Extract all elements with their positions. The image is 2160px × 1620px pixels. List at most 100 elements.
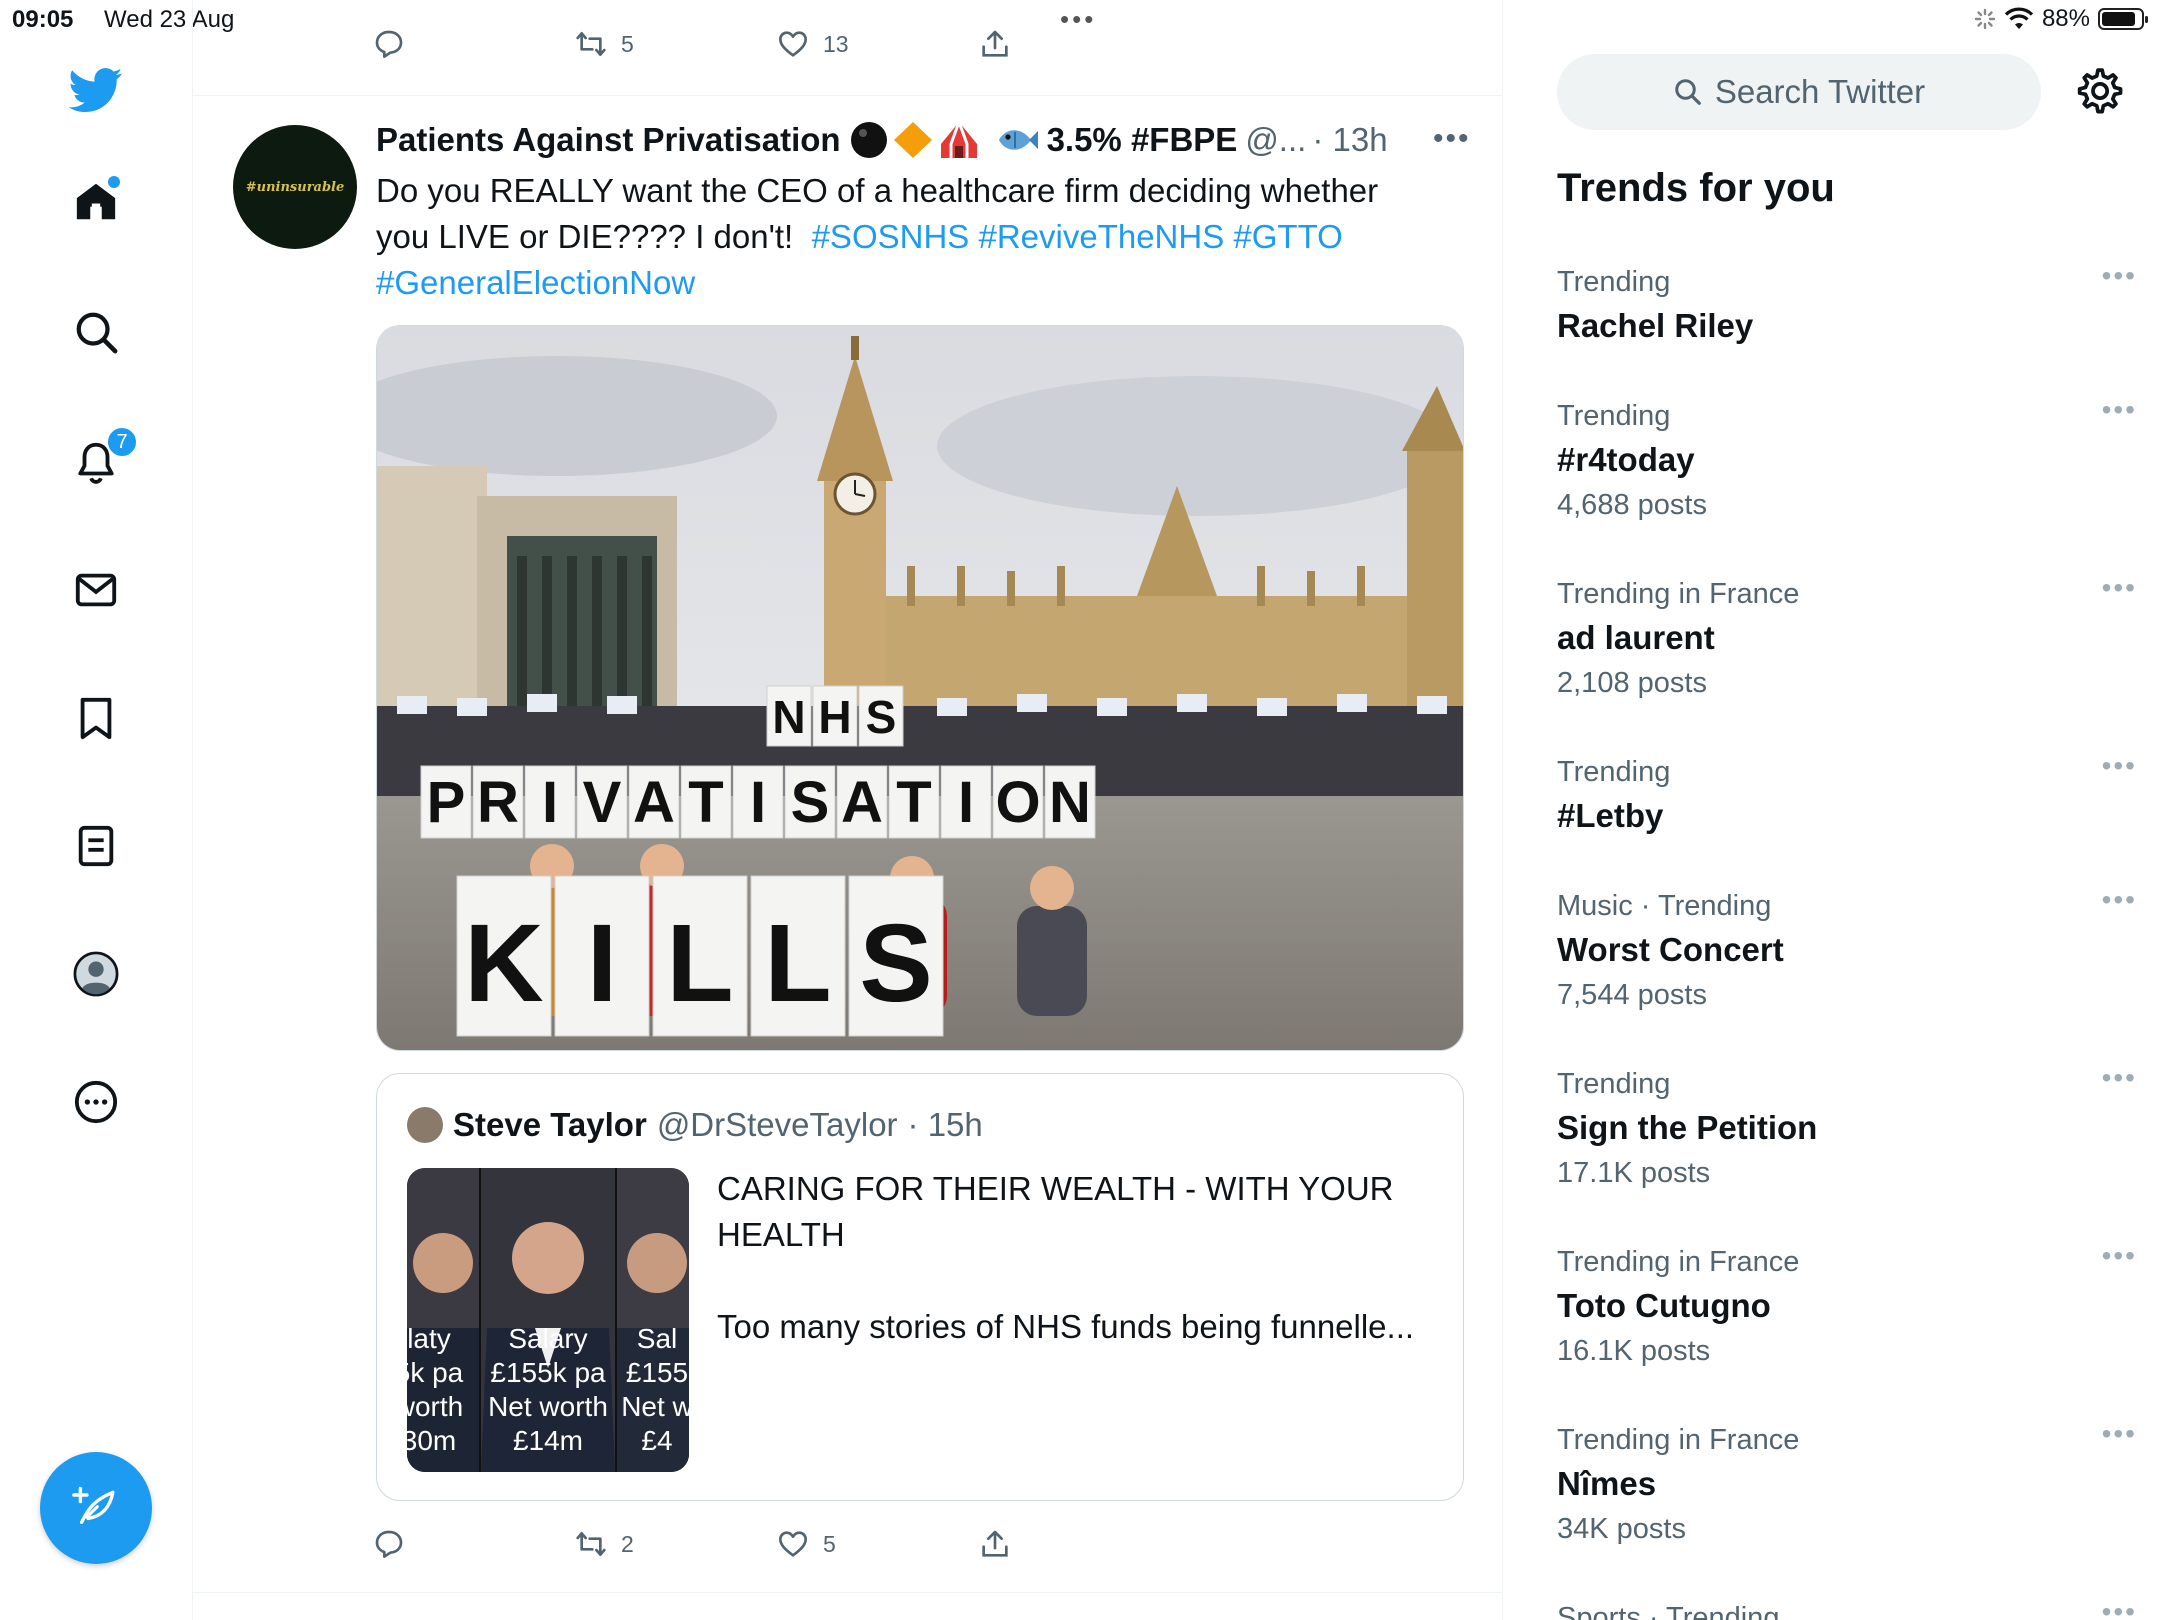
nav-lists[interactable] bbox=[50, 800, 142, 892]
trend-topic: Toto Cutugno bbox=[1557, 1287, 1771, 1324]
tweet-more-icon[interactable]: ••• bbox=[1433, 122, 1471, 156]
hashtag-link[interactable]: #GeneralElectionNow bbox=[376, 264, 695, 301]
nav-notifications[interactable]: 7 bbox=[50, 416, 142, 508]
quoted-author-name[interactable]: Steve Taylor bbox=[453, 1106, 647, 1144]
trend-item[interactable]: Trending in France Toto Cutugno 16.1K po… bbox=[1557, 1240, 2137, 1368]
trends-title: Trends for you bbox=[1557, 166, 1835, 210]
heart-icon bbox=[779, 31, 807, 57]
compose-tweet-button[interactable] bbox=[40, 1452, 152, 1564]
retweet-count: 5 bbox=[621, 30, 634, 57]
trend-more-icon[interactable]: ••• bbox=[2102, 750, 2137, 782]
tweet-header: Patients Against Privatisation 3.5% #FBP… bbox=[376, 120, 1476, 160]
tweet-actions: 2 5 bbox=[373, 1528, 1181, 1560]
trend-more-icon[interactable]: ••• bbox=[2102, 884, 2137, 916]
share-icon bbox=[982, 1530, 1008, 1557]
black-circle-emoji-icon bbox=[850, 122, 887, 158]
nav-explore[interactable] bbox=[50, 286, 142, 378]
trend-item[interactable]: Trending Rachel Riley ••• bbox=[1557, 260, 2137, 345]
share-button[interactable] bbox=[979, 28, 1181, 60]
hashtag-link[interactable]: #SOSNHS bbox=[812, 218, 970, 255]
trend-item[interactable]: Music · Trending Worst Concert 7,544 pos… bbox=[1557, 884, 2137, 1012]
trend-item[interactable]: Sports · Trending ••• bbox=[1557, 1596, 2137, 1620]
quoted-image[interactable]: laty 5k pa worth 30m Salary £155k pa Net… bbox=[407, 1168, 689, 1472]
trend-context: Trending bbox=[1557, 756, 1671, 788]
bookmark-icon bbox=[80, 697, 112, 740]
retweet-count: 2 bbox=[621, 1530, 634, 1557]
panel-text: Sal bbox=[637, 1323, 677, 1354]
nav-home[interactable] bbox=[50, 156, 142, 248]
settings-gear-icon[interactable] bbox=[2073, 66, 2123, 116]
more-icon bbox=[74, 1080, 118, 1124]
quoted-time[interactable]: · 15h bbox=[908, 1106, 983, 1144]
panel-text: £155k pa bbox=[490, 1357, 606, 1388]
trend-more-icon[interactable]: ••• bbox=[2102, 1418, 2137, 1450]
quoted-avatar[interactable] bbox=[407, 1107, 443, 1143]
quoted-tweet[interactable]: Steve Taylor @DrSteveTaylor · 15h laty k… bbox=[376, 1073, 1464, 1501]
trend-topic: Sign the Petition bbox=[1557, 1109, 1818, 1146]
trend-topic: Nîmes bbox=[1557, 1465, 1657, 1502]
tweet-handle[interactable]: @... bbox=[1245, 121, 1306, 159]
nav-more[interactable] bbox=[50, 1056, 142, 1148]
twitter-logo-icon[interactable] bbox=[50, 44, 142, 136]
panel-text: Salary bbox=[508, 1323, 587, 1354]
trend-count: 4,688 posts bbox=[1557, 489, 1707, 521]
hashtag-link[interactable]: #GTTO bbox=[1233, 218, 1342, 255]
protest-sign-letter: S bbox=[866, 691, 897, 743]
protest-photo: N H SP R I V A T I S A T I O NK I L L S bbox=[377, 326, 1463, 1050]
nav-messages[interactable] bbox=[50, 544, 142, 636]
quoted-handle[interactable]: @DrSteveTaylor bbox=[657, 1106, 898, 1144]
lists-icon bbox=[78, 825, 114, 867]
retweet-button[interactable]: 2 bbox=[575, 1528, 777, 1560]
trend-context: Music · Trending bbox=[1557, 890, 1772, 922]
heart-icon bbox=[779, 1531, 807, 1557]
reply-button[interactable] bbox=[373, 1528, 575, 1560]
retweet-button[interactable]: 5 bbox=[575, 28, 777, 60]
trend-item[interactable]: Trending #r4today 4,688 posts ••• bbox=[1557, 394, 2137, 522]
like-count: 5 bbox=[823, 1530, 836, 1557]
reply-icon bbox=[375, 1530, 403, 1558]
search-box[interactable]: Search Twitter bbox=[1557, 54, 2041, 130]
name-emojis bbox=[849, 120, 1039, 160]
nav-bookmarks[interactable] bbox=[50, 672, 142, 764]
protest-sign-letter: T bbox=[896, 770, 931, 835]
trend-context: Trending in France bbox=[1557, 1424, 1800, 1456]
trend-item[interactable]: Trending #Letby ••• bbox=[1557, 750, 2137, 835]
trend-context: Trending bbox=[1557, 400, 1671, 432]
trend-item[interactable]: Trending Sign the Petition 17.1K posts •… bbox=[1557, 1062, 2137, 1190]
quoted-tweet-text: CARING FOR THEIR WEALTH - WITH YOUR HEAL… bbox=[717, 1166, 1437, 1396]
trend-more-icon[interactable]: ••• bbox=[2102, 1062, 2137, 1094]
trend-context: Trending bbox=[1557, 1068, 1671, 1100]
trend-count: 34K posts bbox=[1557, 1513, 1686, 1545]
trend-more-icon[interactable]: ••• bbox=[2102, 1596, 2137, 1620]
tweet-photo[interactable]: NHSPRIVATISATIONKILLS bbox=[376, 325, 1464, 1051]
trend-more-icon[interactable]: ••• bbox=[2102, 572, 2137, 604]
nav-profile[interactable] bbox=[50, 928, 142, 1020]
left-nav: 7 bbox=[0, 0, 193, 1620]
hashtag-link[interactable]: #ReviveTheNHS bbox=[978, 218, 1224, 255]
like-button[interactable]: 5 bbox=[777, 1528, 979, 1560]
tweet-time[interactable]: · 13h bbox=[1312, 121, 1387, 159]
trend-context: Trending bbox=[1557, 266, 1671, 298]
trend-more-icon[interactable]: ••• bbox=[2102, 1240, 2137, 1272]
trend-count: 7,544 posts bbox=[1557, 979, 1707, 1011]
trend-item[interactable]: Trending in France Nîmes 34K posts ••• bbox=[1557, 1418, 2137, 1546]
quoted-line-1: CARING FOR THEIR WEALTH - WITH YOUR HEAL… bbox=[717, 1170, 1394, 1253]
trend-count: 16.1K posts bbox=[1557, 1335, 1711, 1367]
trend-more-icon[interactable]: ••• bbox=[2102, 260, 2137, 292]
trend-more-icon[interactable]: ••• bbox=[2102, 394, 2137, 426]
tweet-author-name[interactable]: Patients Against Privatisation bbox=[376, 121, 841, 159]
panel-text: £14m bbox=[513, 1425, 583, 1456]
tweet-avatar[interactable]: #uninsurable bbox=[233, 125, 357, 249]
like-button[interactable]: 13 bbox=[777, 28, 979, 60]
panel-text: £155 bbox=[626, 1357, 688, 1388]
protest-sign-letter: A bbox=[633, 770, 675, 835]
trend-context: Trending in France bbox=[1557, 578, 1800, 610]
trend-count: 17.1K posts bbox=[1557, 1157, 1711, 1189]
trend-item[interactable]: Trending in France ad laurent 2,108 post… bbox=[1557, 572, 2137, 700]
prev-tweet-actions: 5 13 bbox=[373, 28, 1181, 60]
search-icon bbox=[76, 312, 118, 354]
retweet-icon bbox=[576, 32, 606, 56]
share-button[interactable] bbox=[979, 1528, 1181, 1560]
reply-button[interactable] bbox=[373, 28, 575, 60]
trend-topic: ad laurent bbox=[1557, 619, 1715, 656]
